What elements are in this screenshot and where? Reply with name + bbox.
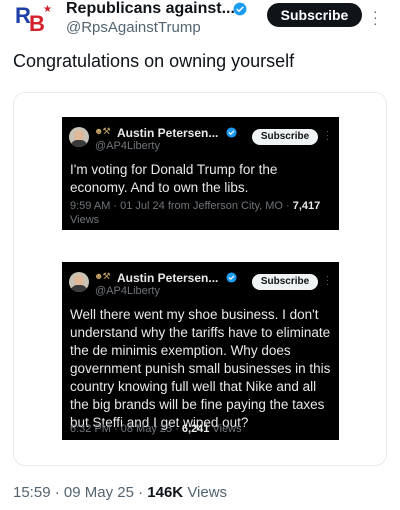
author-name[interactable]: Republicans against... <box>66 0 235 18</box>
embedded-views-count: 7,417 <box>292 200 321 212</box>
embedded-avatar <box>69 127 89 147</box>
embedded-views-label: Views <box>70 214 100 226</box>
verified-badge-icon <box>226 127 237 138</box>
avatar-star-icon: ★ <box>43 4 52 15</box>
tweet-meta: 15:59 · 09 May 25 · 146K Views <box>13 484 228 501</box>
embedded-tweet-meta: 6:32 PM · 08 May 25 · 6,241 Views <box>70 422 242 436</box>
embedded-subscribe-button: Subscribe <box>252 274 318 290</box>
embedded-timestamp: 9:59 AM · 01 Jul 24 from Jefferson City,… <box>70 200 293 212</box>
more-options-icon: · · · <box>326 126 329 144</box>
embedded-subscribe-button: Subscribe <box>252 129 318 145</box>
embedded-author-name: Austin Petersen... <box>117 126 219 140</box>
author-avatar[interactable]: R B ★ <box>13 3 55 36</box>
more-options-icon: · · · <box>326 271 329 289</box>
embedded-views-count: 6,241 <box>181 423 210 435</box>
embedded-tweet-screenshot-1: ☻⚒ Austin Petersen... @AP4Liberty Subscr… <box>62 117 339 230</box>
views-label: Views <box>187 484 228 501</box>
views-count[interactable]: 146K <box>147 484 183 501</box>
tweet-time: 15:59 <box>13 484 51 501</box>
embedded-views-label: Views <box>212 423 242 435</box>
embedded-tweet-body: I'm voting for Donald Trump for the econ… <box>70 162 278 195</box>
tweet-date: 09 May 25 <box>63 484 134 501</box>
more-options-icon[interactable]: · · · <box>373 4 383 30</box>
embedded-author-handle: @AP4Liberty <box>95 285 160 297</box>
embedded-tweet-body: Well there went my shoe business. I don'… <box>70 307 331 430</box>
embedded-author-name: Austin Petersen... <box>117 271 219 285</box>
emoji-icons: ☻⚒ <box>94 126 111 136</box>
embedded-author-handle: @AP4Liberty <box>95 140 160 152</box>
author-handle[interactable]: @RpsAgainstTrump <box>66 19 201 36</box>
embedded-tweet-screenshot-2: ☻⚒ Austin Petersen... @AP4Liberty Subscr… <box>62 262 339 440</box>
tweet-text: Congratulations on owning yourself <box>13 51 295 71</box>
subscribe-button[interactable]: Subscribe <box>267 3 362 27</box>
embedded-timestamp: 6:32 PM · 08 May 25 · <box>70 423 182 435</box>
embedded-tweet-meta: 9:59 AM · 01 Jul 24 from Jefferson City,… <box>70 199 336 227</box>
emoji-icons: ☻⚒ <box>94 271 111 281</box>
verified-badge-icon <box>226 272 237 283</box>
tweet-header: R B ★ Republicans against... @RpsAgainst… <box>0 0 400 44</box>
verified-badge-icon <box>233 2 247 16</box>
embedded-avatar <box>69 272 89 292</box>
